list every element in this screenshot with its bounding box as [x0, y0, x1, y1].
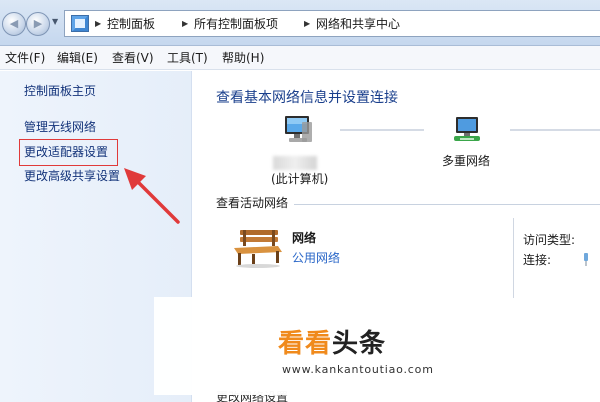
chevron-right-icon[interactable]: ▶	[182, 16, 188, 32]
sidebar-item-manage-wireless[interactable]: 管理无线网络	[24, 119, 96, 135]
back-button[interactable]: ◀	[2, 12, 26, 36]
recent-pages-dropdown-icon[interactable]: ▼	[52, 17, 58, 26]
forward-arrow-icon: ▶	[33, 17, 43, 30]
network-label: 多重网络	[442, 154, 491, 168]
section-divider	[294, 204, 600, 205]
menu-view[interactable]: 查看(V)	[112, 50, 154, 66]
sidebar-item-control-panel-home[interactable]: 控制面板主页	[24, 83, 96, 99]
watermark-logo-part1: 看看	[278, 329, 333, 359]
network-map: (此计算机) 多重网络	[216, 108, 600, 190]
network-name: 网络	[292, 231, 317, 245]
menu-edit[interactable]: 编辑(E)	[57, 50, 98, 66]
breadcrumb-network-center[interactable]: 网络和共享中心	[316, 16, 400, 32]
page-title: 查看基本网络信息并设置连接	[216, 90, 398, 106]
vertical-divider	[513, 218, 514, 298]
public-network-bench-icon[interactable]	[232, 226, 284, 268]
chevron-right-icon[interactable]: ▶	[95, 16, 101, 32]
network-type-link[interactable]: 公用网络	[292, 251, 340, 266]
connection-line	[340, 129, 424, 131]
highlight-box	[19, 139, 118, 166]
menu-bar: 文件(F) 编辑(E) 查看(V) 工具(T) 帮助(H)	[0, 46, 600, 70]
access-type-label: 访问类型:	[523, 233, 576, 247]
menu-file[interactable]: 文件(F)	[5, 50, 45, 66]
breadcrumb-control-panel[interactable]: 控制面板	[107, 16, 155, 32]
network-icon[interactable]	[452, 114, 484, 146]
control-panel-icon	[71, 15, 89, 32]
this-computer-label: (此计算机)	[271, 172, 329, 186]
sidebar-item-advanced-sharing[interactable]: 更改高级共享设置	[24, 168, 120, 184]
breadcrumb-all-items[interactable]: 所有控制面板项	[194, 16, 278, 32]
watermark: 看看头条 www.kankantoutiao.com	[154, 297, 482, 395]
menu-help[interactable]: 帮助(H)	[222, 50, 264, 66]
chevron-right-icon[interactable]: ▶	[304, 16, 310, 32]
computer-name-redacted	[273, 156, 317, 170]
computer-icon[interactable]	[282, 114, 314, 146]
watermark-logo: 看看头条	[278, 329, 386, 359]
connection-label: 连接:	[523, 253, 552, 267]
watermark-url: www.kankantoutiao.com	[282, 363, 434, 376]
menu-tools[interactable]: 工具(T)	[167, 50, 208, 66]
breadcrumb[interactable]: ▶ 控制面板 ▶ 所有控制面板项 ▶ 网络和共享中心	[64, 10, 600, 37]
back-arrow-icon: ◀	[9, 17, 19, 30]
forward-button[interactable]: ▶	[26, 12, 50, 36]
connection-line	[510, 129, 600, 131]
annotation-arrow-icon	[124, 168, 180, 224]
active-networks-heading: 查看活动网络	[216, 196, 289, 210]
address-bar: ◀ ▶ ▼ ▶ 控制面板 ▶ 所有控制面板项 ▶ 网络和共享中心	[0, 0, 600, 46]
connection-status-icon[interactable]	[583, 252, 589, 266]
watermark-logo-part2: 头条	[332, 329, 387, 359]
